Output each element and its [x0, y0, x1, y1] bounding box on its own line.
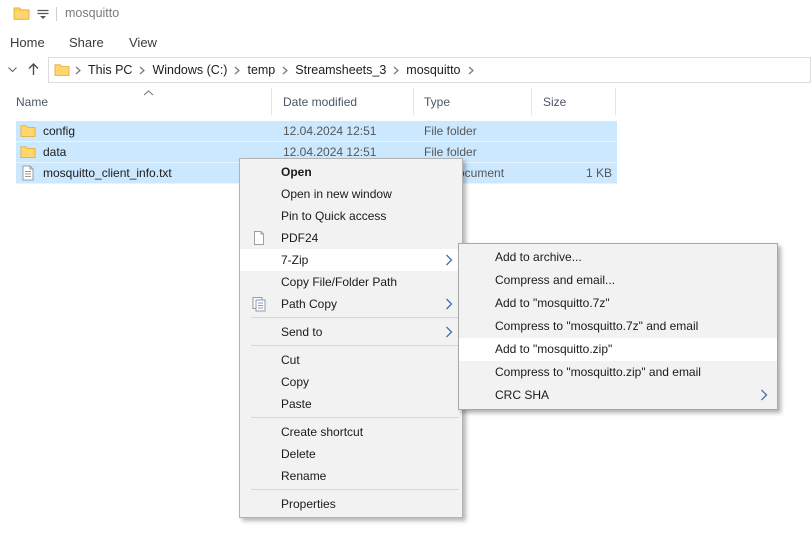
- address-folder-icon: [54, 62, 70, 78]
- submenu-item-add-to-archive[interactable]: Add to archive...: [459, 246, 777, 269]
- quick-access-toolbar-icon[interactable]: [36, 9, 50, 20]
- file-type: File folder: [414, 124, 532, 138]
- context-menu-item-pin-quick-access[interactable]: Pin to Quick access: [240, 205, 462, 227]
- menu-separator: [251, 345, 459, 346]
- breadcrumb-chevron-icon[interactable]: [468, 66, 474, 75]
- context-menu-item-create-shortcut[interactable]: Create shortcut: [240, 421, 462, 443]
- file-size: 1 KB: [532, 166, 616, 180]
- submenu-chevron-icon: [760, 389, 768, 401]
- submenu-item-add-to-7z[interactable]: Add to "mosquitto.7z": [459, 292, 777, 315]
- context-menu-item-copy[interactable]: Copy: [240, 371, 462, 393]
- menu-separator: [251, 417, 459, 418]
- file-date: 12.04.2024 12:51: [272, 124, 414, 138]
- context-menu-item-pdf24[interactable]: PDF24: [240, 227, 462, 249]
- copy-pages-icon: [251, 296, 267, 312]
- submenu-item-crc-sha[interactable]: CRC SHA: [459, 384, 777, 407]
- file-date: 12.04.2024 12:51: [272, 145, 414, 159]
- submenu-item-compress-to-7z-and-email[interactable]: Compress to "mosquitto.7z" and email: [459, 315, 777, 338]
- context-menu-item-properties[interactable]: Properties: [240, 493, 462, 515]
- breadcrumb-chevron-icon[interactable]: [393, 66, 399, 75]
- breadcrumb-mosquitto[interactable]: mosquitto: [406, 63, 460, 77]
- column-header-name[interactable]: Name: [16, 88, 272, 115]
- text-file-icon: [20, 165, 36, 181]
- column-header-date-modified[interactable]: Date modified: [272, 88, 414, 115]
- breadcrumb-temp[interactable]: temp: [247, 63, 275, 77]
- titlebar-separator: [56, 7, 57, 21]
- context-menu-item-paste[interactable]: Paste: [240, 393, 462, 415]
- file-type: File folder: [414, 145, 532, 159]
- up-arrow-icon[interactable]: [26, 62, 41, 77]
- breadcrumb-chevron-icon[interactable]: [282, 66, 288, 75]
- explorer-window: mosquitto Home Share View This PC Window…: [0, 0, 811, 551]
- breadcrumb-chevron-icon[interactable]: [139, 66, 145, 75]
- folder-icon: [13, 5, 30, 22]
- folder-icon: [20, 123, 36, 139]
- context-menu-item-send-to[interactable]: Send to: [240, 321, 462, 343]
- context-menu-item-open[interactable]: Open: [240, 161, 462, 183]
- breadcrumb-this-pc[interactable]: This PC: [88, 63, 132, 77]
- context-menu-item-copy-file-folder-path[interactable]: Copy File/Folder Path: [240, 271, 462, 293]
- submenu-chevron-icon: [445, 254, 453, 266]
- table-row-config[interactable]: config 12.04.2024 12:51 File folder: [16, 121, 617, 142]
- sort-ascending-icon: [143, 90, 154, 96]
- tab-share[interactable]: Share: [69, 35, 104, 50]
- submenu-item-compress-and-email[interactable]: Compress and email...: [459, 269, 777, 292]
- context-menu-item-delete[interactable]: Delete: [240, 443, 462, 465]
- context-menu-item-7zip[interactable]: 7-Zip: [240, 249, 462, 271]
- context-menu-item-rename[interactable]: Rename: [240, 465, 462, 487]
- context-menu-item-cut[interactable]: Cut: [240, 349, 462, 371]
- breadcrumb-chevron-icon: [75, 66, 81, 75]
- submenu-item-compress-to-zip-and-email[interactable]: Compress to "mosquitto.zip" and email: [459, 361, 777, 384]
- menu-separator: [251, 317, 459, 318]
- address-bar[interactable]: This PC Windows (C:) temp Streamsheets_3…: [48, 57, 811, 83]
- context-menu: Open Open in new window Pin to Quick acc…: [239, 158, 463, 518]
- window-title: mosquitto: [65, 6, 119, 20]
- tab-home[interactable]: Home: [10, 35, 45, 50]
- file-name: data: [43, 145, 66, 159]
- file-name: mosquitto_client_info.txt: [43, 166, 172, 180]
- column-headers: Name Date modified Type Size: [0, 88, 616, 115]
- address-history-chevron-icon[interactable]: [7, 66, 18, 73]
- title-bar: mosquitto: [0, 0, 811, 28]
- folder-icon: [20, 144, 36, 160]
- tab-view[interactable]: View: [129, 35, 157, 50]
- breadcrumb-chevron-icon[interactable]: [234, 66, 240, 75]
- file-name: config: [43, 124, 75, 138]
- submenu-chevron-icon: [445, 326, 453, 338]
- 7zip-submenu: Add to archive... Compress and email... …: [458, 243, 778, 410]
- breadcrumb-windows-c[interactable]: Windows (C:): [152, 63, 227, 77]
- blank-page-icon: [251, 230, 267, 246]
- menu-separator: [251, 489, 459, 490]
- column-header-type[interactable]: Type: [414, 88, 532, 115]
- context-menu-item-path-copy[interactable]: Path Copy: [240, 293, 462, 315]
- context-menu-item-open-new-window[interactable]: Open in new window: [240, 183, 462, 205]
- submenu-chevron-icon: [445, 298, 453, 310]
- column-header-size[interactable]: Size: [532, 88, 616, 115]
- submenu-item-add-to-zip[interactable]: Add to "mosquitto.zip": [459, 338, 777, 361]
- breadcrumb-streamsheets-3[interactable]: Streamsheets_3: [295, 63, 386, 77]
